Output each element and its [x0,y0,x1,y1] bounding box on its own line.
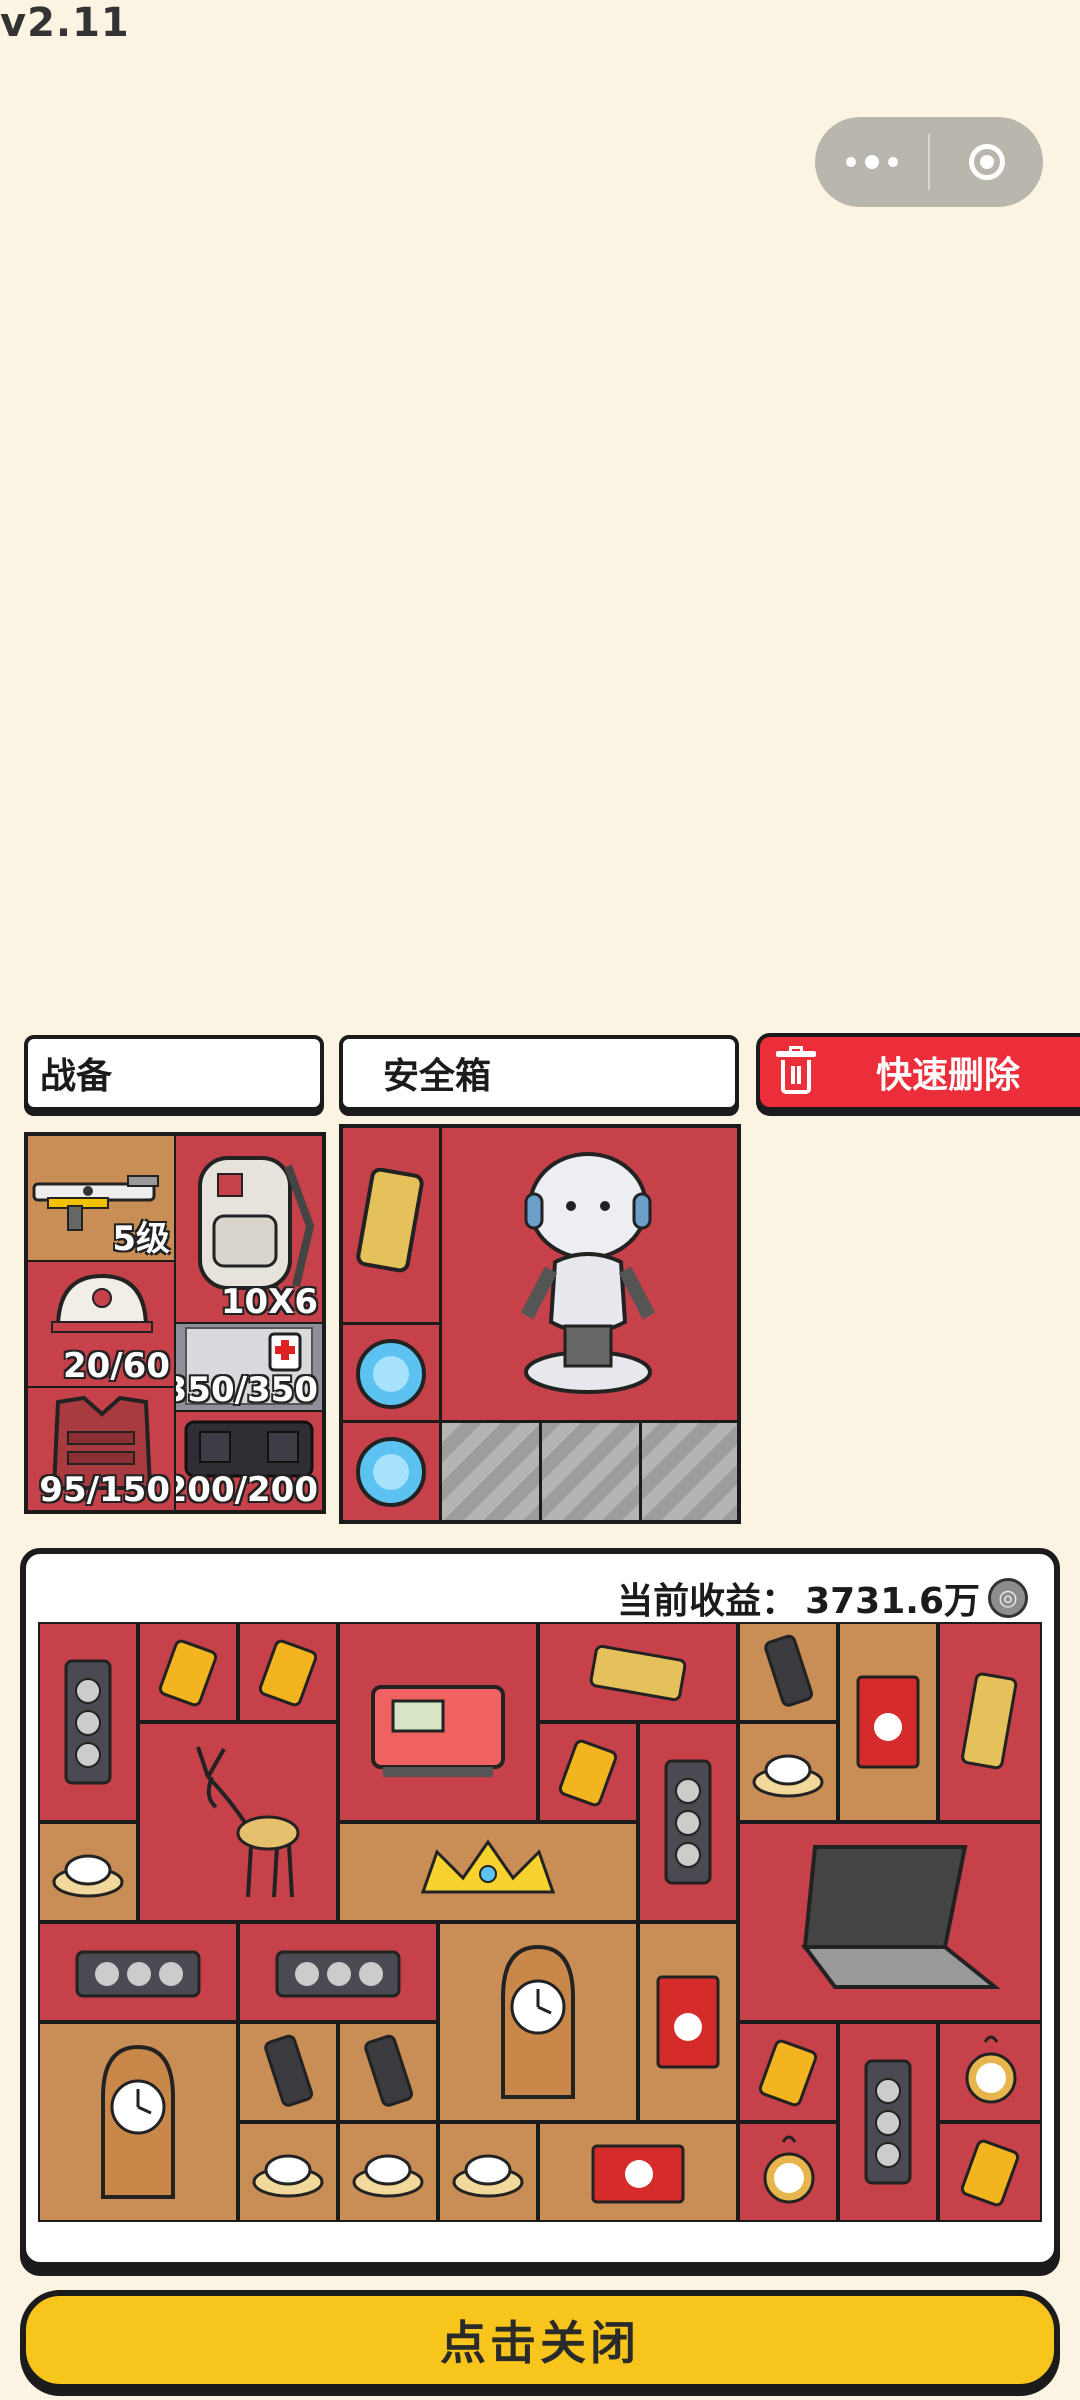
pocket-watch-icon [965,2035,1017,2104]
gold-bar-icon [589,1644,687,1702]
locked-slots [442,1423,737,1520]
loot-latte[interactable] [38,1822,138,1922]
latte-icon [752,1754,824,1798]
antique-clock-icon [101,2044,175,2199]
more-dots-icon[interactable] [815,117,928,207]
phone-icon [364,2034,414,2107]
antique-clock-icon [501,1944,575,2099]
graphics-card-icon [275,1950,401,1998]
loot-latte[interactable] [338,2122,438,2222]
gear-value: 350/350 [176,1370,318,1410]
loot-gold-bar[interactable] [938,1622,1042,1822]
gear-value: 10X6 [220,1282,318,1322]
earnings-label: 当前收益： [617,1581,798,1622]
loot-latte[interactable] [438,2122,538,2222]
gear-slot-backpack[interactable]: 10X6 [176,1136,322,1322]
gear-slot-armor[interactable]: 95/150 [28,1388,174,1510]
loot-phone[interactable] [238,2022,338,2122]
diamond-icon [356,1339,426,1409]
printer-icon [371,1685,505,1777]
version-label: v2.11 [0,0,130,46]
gold-card-icon [960,2139,1020,2207]
pocket-watch-icon [763,2135,815,2204]
gear-slot-medkit[interactable]: 350/350 [176,1324,322,1410]
loot-pocket-watch[interactable] [938,2022,1042,2122]
latte-icon [252,2154,324,2198]
loot-latte[interactable] [238,2122,338,2222]
loot-coffee-box-red[interactable] [538,2122,738,2222]
loot-golden-crown[interactable] [338,1822,638,1922]
loot-gold-card[interactable] [238,1622,338,1722]
crown-icon [420,1839,556,1894]
gold-card-icon [158,1639,218,1707]
trash-icon [776,1046,816,1095]
coffee-box-icon [656,1975,720,2069]
latte-icon [452,2154,524,2198]
earnings-value: 3731.6万 [805,1581,980,1622]
gear-slot-helmet[interactable]: 20/60 [28,1262,174,1386]
loot-coffee-box[interactable] [638,1922,738,2122]
coin-icon: ◎ [988,1578,1028,1618]
quick-delete-button[interactable]: 快速删除 [756,1033,1080,1111]
tab-gear[interactable]: 战备 [24,1035,324,1111]
gold-card-icon [558,1739,618,1807]
gear-value: 20/60 [62,1346,170,1386]
robot-icon [520,1152,656,1394]
loot-antique-clock[interactable] [38,2022,238,2222]
loot-latte[interactable] [738,1722,838,1822]
phone-icon [764,1634,814,1707]
coffee-box-icon [591,2144,685,2204]
gear-panel: 5级 10X6 20/60 350/350 95/150 200/200 [24,1132,326,1514]
earnings-display: 当前收益： 3731.6万 ◎ [617,1572,1028,1624]
coffee-box-icon [856,1675,920,1769]
loot-gold-card[interactable] [938,2122,1042,2222]
loot-pocket-watch[interactable] [738,2122,838,2222]
graphics-card-icon [64,1659,112,1785]
golden-deer-icon [196,1746,300,1898]
latte-icon [52,1854,124,1898]
gear-value: 200/200 [176,1470,318,1510]
laptop-icon [801,1845,1001,1989]
loot-gold-card[interactable] [138,1622,238,1722]
gear-slot-weapon[interactable]: 5级 [28,1136,174,1260]
loot-antique-clock[interactable] [438,1922,638,2122]
loot-phone[interactable] [338,2022,438,2122]
gold-card-icon [258,1639,318,1707]
close-button[interactable]: 点击关闭 [20,2290,1060,2390]
graphics-card-icon [75,1950,201,1998]
safe-box-panel [339,1124,741,1524]
loot-grid [38,1622,1042,2222]
gear-value: 5级 [112,1219,170,1259]
gear-value: 95/150 [39,1470,170,1510]
loot-graphics-card[interactable] [838,2022,938,2222]
quick-delete-label: 快速删除 [876,1055,1021,1096]
graphics-card-icon [664,1759,712,1885]
gold-bar-icon [356,1168,424,1273]
target-circle-icon[interactable] [930,117,1043,207]
mini-program-capsule [815,117,1043,207]
loot-graphics-card[interactable] [238,1922,438,2022]
loot-laptop[interactable] [738,1822,1042,2022]
loot-graphics-card[interactable] [638,1722,738,1922]
phone-icon [264,2034,314,2107]
loot-golden-deer[interactable] [138,1722,338,1922]
gear-slot-rig[interactable]: 200/200 [176,1412,322,1510]
loot-phone[interactable] [738,1622,838,1722]
loot-gold-card[interactable] [538,1722,638,1822]
latte-icon [352,2154,424,2198]
loot-graphics-card[interactable] [38,1622,138,1822]
loot-printer[interactable] [338,1622,538,1822]
loot-gold-card[interactable] [738,2022,838,2122]
loot-coffee-box[interactable] [838,1622,938,1822]
gold-bar-icon [961,1672,1018,1770]
tab-safe-box[interactable]: 安全箱 [339,1035,739,1111]
diamond-icon [356,1437,426,1507]
loot-gold-bar[interactable] [538,1622,738,1722]
graphics-card-icon [864,2059,912,2185]
gold-card-icon [758,2039,818,2107]
loot-graphics-card[interactable] [38,1922,238,2022]
